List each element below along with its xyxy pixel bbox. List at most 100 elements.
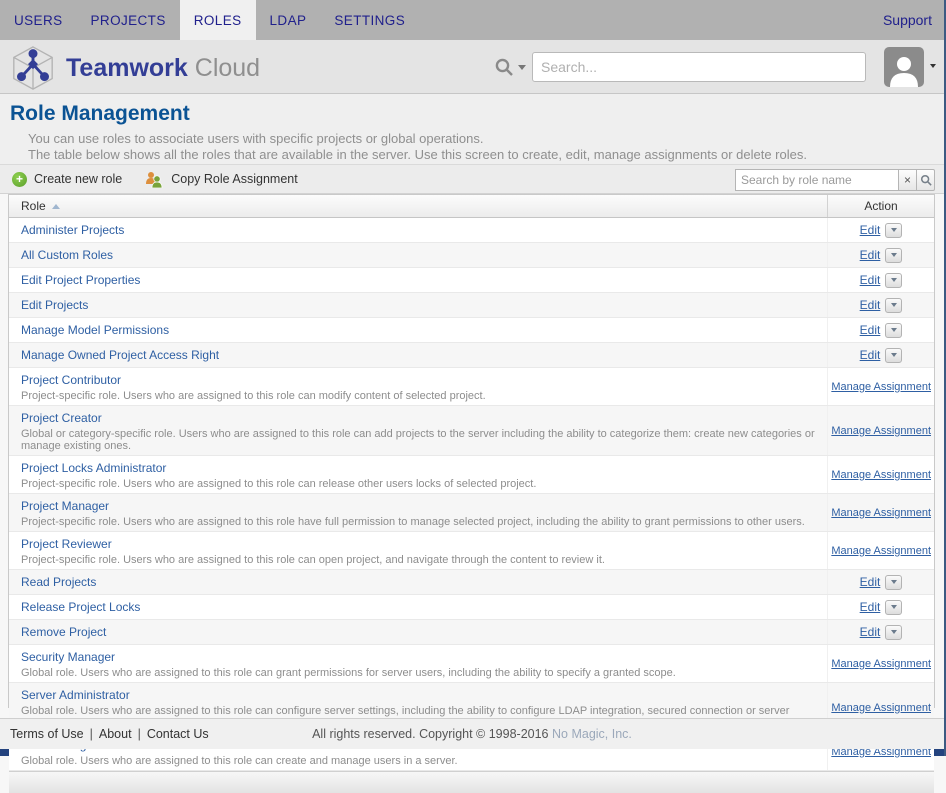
table-footer-bar (9, 771, 934, 793)
role-name-link[interactable]: Manage Owned Project Access Right (21, 348, 219, 362)
sort-ascending-icon (52, 204, 60, 209)
brand-primary: Teamwork (66, 54, 188, 82)
manage-assignment-link[interactable]: Manage Assignment (831, 545, 931, 557)
brand-name: Teamwork Cloud (66, 54, 260, 83)
table-row: Release Project Locks Edit (9, 595, 934, 620)
role-cell: Project Reviewer Project-specific role. … (9, 532, 827, 569)
role-name-link[interactable]: Project Manager (21, 499, 109, 513)
edit-link[interactable]: Edit (860, 298, 881, 312)
role-name-link[interactable]: Project Contributor (21, 373, 121, 387)
nav-item-users[interactable]: USERS (0, 0, 77, 40)
manage-assignment-link[interactable]: Manage Assignment (831, 381, 931, 393)
manage-assignment-link[interactable]: Manage Assignment (831, 425, 931, 437)
role-name-link[interactable]: Server Administrator (21, 688, 130, 702)
role-description: Project-specific role. Users who are ass… (21, 478, 827, 490)
edit-link[interactable]: Edit (860, 248, 881, 262)
role-name-link[interactable]: Project Creator (21, 411, 102, 425)
table-row: Project Contributor Project-specific rol… (9, 368, 934, 406)
edit-action: Edit (860, 248, 903, 263)
brand-secondary: Cloud (195, 54, 260, 82)
edit-dropdown-button[interactable] (885, 298, 902, 313)
filter-search-button[interactable] (917, 169, 935, 191)
roles-toolbar: + Create new role Copy Role Assignment × (0, 164, 944, 194)
edit-link[interactable]: Edit (860, 348, 881, 362)
role-description: Global or category-specific role. Users … (21, 428, 827, 452)
role-cell: Release Project Locks (9, 595, 827, 619)
edit-link[interactable]: Edit (860, 323, 881, 337)
nav-item-ldap[interactable]: LDAP (256, 0, 321, 40)
role-name-link[interactable]: Manage Model Permissions (21, 323, 169, 337)
edit-action: Edit (860, 273, 903, 288)
nav-item-projects[interactable]: PROJECTS (77, 0, 180, 40)
company-name: No Magic, Inc. (552, 727, 632, 741)
role-name-link[interactable]: Project Reviewer (21, 537, 112, 551)
chevron-down-icon (891, 328, 897, 332)
role-name-link[interactable]: Security Manager (21, 650, 115, 664)
role-cell: Edit Project Properties (9, 268, 827, 292)
brand-header: Teamwork Cloud (0, 40, 944, 94)
role-name-link[interactable]: Remove Project (21, 625, 106, 639)
edit-dropdown-button[interactable] (885, 323, 902, 338)
edit-link[interactable]: Edit (860, 273, 881, 287)
nav-item-settings[interactable]: SETTINGS (320, 0, 419, 40)
terms-of-use-link[interactable]: Terms of Use (10, 727, 84, 741)
manage-assignment-link[interactable]: Manage Assignment (831, 702, 931, 714)
create-new-role-button[interactable]: + Create new role (12, 172, 122, 187)
table-row: Project Reviewer Project-specific role. … (9, 532, 934, 570)
global-search-group (494, 52, 866, 82)
role-cell: Remove Project (9, 620, 827, 644)
support-link[interactable]: Support (871, 0, 944, 40)
chevron-down-icon (891, 228, 897, 232)
edit-dropdown-button[interactable] (885, 348, 902, 363)
edit-dropdown-button[interactable] (885, 223, 902, 238)
about-link[interactable]: About (99, 727, 132, 741)
table-row: All Custom Roles Edit (9, 243, 934, 268)
nav-item-roles[interactable]: ROLES (180, 0, 256, 40)
edit-link[interactable]: Edit (860, 600, 881, 614)
create-new-role-label: Create new role (34, 172, 122, 186)
contact-us-link[interactable]: Contact Us (147, 727, 209, 741)
role-table-body: Administer Projects Edit All Custom Role… (9, 218, 934, 771)
edit-link[interactable]: Edit (860, 575, 881, 589)
global-search-input[interactable] (532, 52, 866, 82)
role-name-link[interactable]: Project Locks Administrator (21, 461, 166, 475)
manage-assignment-link[interactable]: Manage Assignment (831, 469, 931, 481)
edit-link[interactable]: Edit (860, 625, 881, 639)
chevron-down-icon (891, 605, 897, 609)
chevron-down-icon (891, 630, 897, 634)
role-cell: Read Projects (9, 570, 827, 594)
action-column-header: Action (827, 195, 934, 217)
user-avatar[interactable] (884, 47, 924, 87)
manage-assignment-link[interactable]: Manage Assignment (831, 658, 931, 670)
role-name-link[interactable]: Administer Projects (21, 223, 124, 237)
edit-dropdown-button[interactable] (885, 625, 902, 640)
edit-action: Edit (860, 600, 903, 615)
role-column-header[interactable]: Role (9, 195, 827, 217)
clear-filter-button[interactable]: × (899, 169, 917, 191)
role-filter-input[interactable] (735, 169, 899, 191)
edit-dropdown-button[interactable] (885, 600, 902, 615)
footer-separator: | (90, 727, 93, 741)
edit-dropdown-button[interactable] (885, 575, 902, 590)
edit-dropdown-button[interactable] (885, 248, 902, 263)
copy-role-assignment-button[interactable]: Copy Role Assignment (144, 171, 297, 188)
footer-links: Terms of Use|About|Contact Us (10, 727, 209, 741)
action-cell: Manage Assignment (827, 406, 934, 455)
role-name-link[interactable]: Release Project Locks (21, 600, 140, 614)
role-description: Project-specific role. Users who are ass… (21, 554, 827, 566)
edit-link[interactable]: Edit (860, 223, 881, 237)
role-description: Project-specific role. Users who are ass… (21, 390, 827, 402)
action-cell: Edit (827, 595, 934, 619)
avatar-menu-caret-icon[interactable] (930, 64, 936, 68)
table-row: Project Locks Administrator Project-spec… (9, 456, 934, 494)
role-name-link[interactable]: All Custom Roles (21, 248, 113, 262)
search-scope-caret-icon[interactable] (518, 65, 526, 70)
edit-action: Edit (860, 298, 903, 313)
search-icon[interactable] (494, 57, 514, 77)
role-cell: Project Creator Global or category-speci… (9, 406, 827, 455)
role-name-link[interactable]: Edit Project Properties (21, 273, 140, 287)
role-name-link[interactable]: Read Projects (21, 575, 96, 589)
manage-assignment-link[interactable]: Manage Assignment (831, 507, 931, 519)
role-name-link[interactable]: Edit Projects (21, 298, 88, 312)
edit-dropdown-button[interactable] (885, 273, 902, 288)
